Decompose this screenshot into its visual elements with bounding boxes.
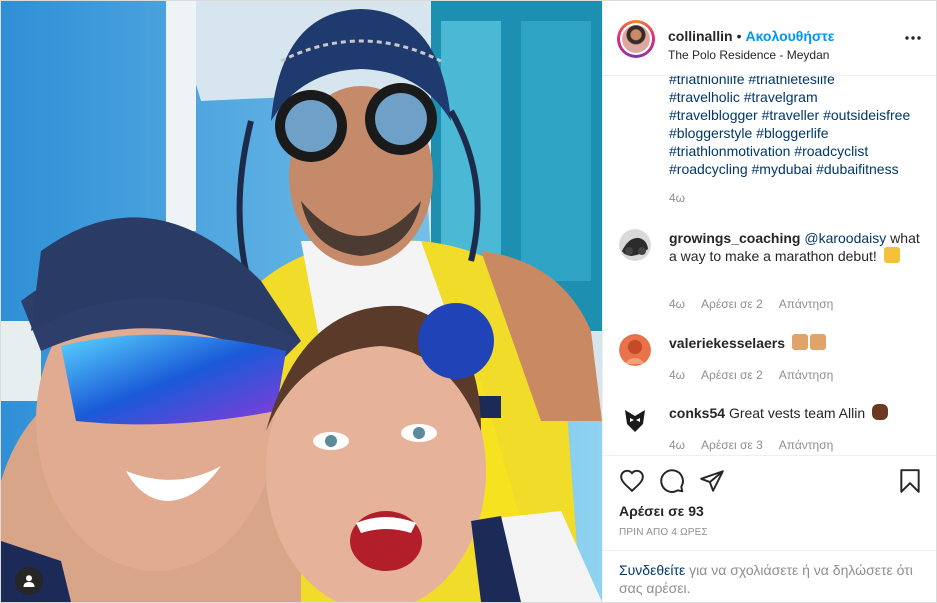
author-username[interactable]: collinallin <box>668 28 733 44</box>
hashtag-line[interactable]: #roadcycling #mydubai #dubaifitness <box>669 160 927 178</box>
save-bookmark-icon[interactable] <box>897 468 923 494</box>
comment-likes[interactable]: Αρέσει σε 2 <box>701 368 763 382</box>
post-caption: #triathlonlife #triathletesiife #travelh… <box>669 76 927 178</box>
comment-item: growings_coaching @karoodaisy what a way… <box>619 229 929 311</box>
post-photo-image <box>1 1 602 602</box>
comment-message: Great vests team Allin <box>728 405 866 421</box>
login-prompt: Συνδεθείτε για να σχολιάσετε ή να δηλώσε… <box>603 550 936 602</box>
fist-emoji-icon <box>872 404 888 420</box>
comment-time[interactable]: 4ω <box>669 438 685 452</box>
comment-meta: 4ω Αρέσει σε 2 Απάντηση <box>669 297 849 311</box>
comments-scroll-area[interactable]: #triathlonlife #triathletesiife #travelh… <box>603 76 936 454</box>
comment-reply-button[interactable]: Απάντηση <box>779 438 834 452</box>
author-info: collinallin • Ακολουθήστε The Polo Residen… <box>668 26 834 63</box>
follow-button[interactable]: Ακολουθήστε <box>745 28 834 44</box>
comment-likes[interactable]: Αρέσει σε 3 <box>701 438 763 452</box>
comment-time[interactable]: 4ω <box>669 297 685 311</box>
comment-time[interactable]: 4ω <box>669 368 685 382</box>
comment-likes[interactable]: Αρέσει σε 2 <box>701 297 763 311</box>
post-timestamp[interactable]: ΠΡΙΝ ΑΠΟ 4 ΩΡΕΣ <box>619 527 708 538</box>
post-photo[interactable] <box>1 1 602 602</box>
comment-text: valeriekesselaers <box>669 334 921 352</box>
author-avatar[interactable] <box>617 20 655 58</box>
hashtag-line[interactable]: #triathlonmotivation #roadcyclist <box>669 142 927 160</box>
flexed-biceps-emoji-icon <box>883 247 900 263</box>
hashtag-line[interactable]: #bloggerstyle #bloggerlife <box>669 124 927 142</box>
post-actions: Αρέσει σε 93 ΠΡΙΝ ΑΠΟ 4 ΩΡΕΣ <box>603 455 936 550</box>
comment-meta: 4ω Αρέσει σε 3 Απάντηση <box>669 438 849 452</box>
hashtag-line[interactable]: #travelblogger #traveller #outsideisfree <box>669 106 927 124</box>
raising-hands-emoji-icon <box>791 334 808 350</box>
tagged-users-button[interactable] <box>15 567 43 595</box>
more-options-button[interactable] <box>903 28 923 48</box>
login-link[interactable]: Συνδεθείτε <box>619 562 685 578</box>
comment-bubble-icon[interactable] <box>659 468 685 494</box>
commenter-avatar[interactable] <box>619 229 651 261</box>
post-location[interactable]: The Polo Residence - Meydan <box>668 47 834 63</box>
comment-reply-button[interactable]: Απάντηση <box>779 368 834 382</box>
post-side-panel: collinallin • Ακολουθήστε The Polo Residen… <box>602 1 936 602</box>
share-paper-plane-icon[interactable] <box>699 468 725 494</box>
comment-mention[interactable]: @karoodaisy <box>804 230 886 246</box>
comment-item: valeriekesselaers 4ω Αρέσει σε 2 Απάντηση <box>619 334 929 384</box>
comment-meta: 4ω Αρέσει σε 2 Απάντηση <box>669 368 849 382</box>
hashtag-line[interactable]: #travelholic #travelgram <box>669 88 927 106</box>
raising-hands-emoji-icon <box>809 334 826 350</box>
hashtag-line[interactable]: #triathlonlife #triathletesiife <box>669 76 927 88</box>
commenter-avatar[interactable] <box>619 334 651 366</box>
comment-text: conks54 Great vests team Allin <box>669 404 921 422</box>
caption-time[interactable]: 4ω <box>669 191 685 205</box>
commenter-avatar[interactable] <box>619 404 651 436</box>
author-avatar-image <box>622 25 650 53</box>
comment-reply-button[interactable]: Απάντηση <box>779 297 834 311</box>
comment-text: growings_coaching @karoodaisy what a way… <box>669 229 921 265</box>
comment-item: conks54 Great vests team Allin 4ω Αρέσει … <box>619 404 929 454</box>
comment-username[interactable]: conks54 <box>669 405 725 421</box>
comment-username[interactable]: growings_coaching <box>669 230 800 246</box>
likes-count[interactable]: Αρέσει σε 93 <box>619 503 704 519</box>
post-header: collinallin • Ακολουθήστε The Polo Residen… <box>603 1 936 76</box>
comment-username[interactable]: valeriekesselaers <box>669 335 785 351</box>
user-icon <box>23 575 35 587</box>
more-options-icon <box>905 36 921 40</box>
separator-dot: • <box>736 28 742 44</box>
instagram-post-window: collinallin • Ακολουθήστε The Polo Residen… <box>0 0 937 603</box>
like-heart-icon[interactable] <box>619 468 645 494</box>
